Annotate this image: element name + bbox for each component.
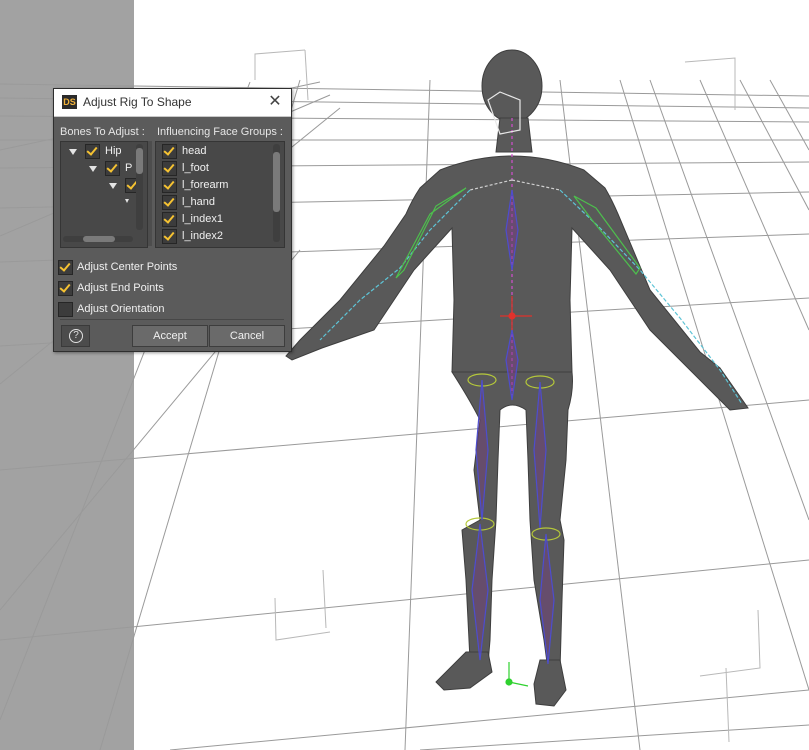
face-group-label: l_index1 bbox=[182, 213, 223, 225]
dialog-title: Adjust Rig To Shape bbox=[83, 95, 192, 109]
accept-button[interactable]: Accept bbox=[132, 325, 208, 347]
close-button[interactable]: ✕ bbox=[265, 92, 285, 112]
bones-vertical-scrollbar[interactable] bbox=[136, 144, 143, 230]
dialog-titlebar[interactable]: DS Adjust Rig To Shape ✕ bbox=[54, 89, 291, 117]
adjust-end-points-checkbox[interactable] bbox=[58, 281, 73, 296]
cancel-button[interactable]: Cancel bbox=[209, 325, 285, 347]
face-group-label: l_foot bbox=[182, 162, 209, 174]
bone-label-hip: Hip bbox=[105, 145, 122, 157]
close-icon: ✕ bbox=[268, 93, 282, 110]
help-icon: ? bbox=[69, 329, 83, 343]
adjust-center-points-label: Adjust Center Points bbox=[77, 261, 178, 273]
adjust-orientation-label: Adjust Orientation bbox=[77, 303, 165, 315]
expand-arrow-icon[interactable] bbox=[69, 149, 77, 155]
bones-tree[interactable]: Hip P bbox=[60, 141, 148, 248]
adjust-orientation-checkbox[interactable] bbox=[58, 302, 73, 317]
face-group-checkbox[interactable] bbox=[162, 178, 177, 193]
adjust-orientation-option[interactable]: Adjust Orientation bbox=[58, 302, 278, 318]
splitter-handle[interactable] bbox=[148, 141, 152, 246]
face-groups-list[interactable]: head l_foot l_forearm l_hand l_index1 l_… bbox=[155, 141, 285, 248]
bones-horizontal-scrollbar[interactable] bbox=[63, 236, 133, 242]
origin-gizmo bbox=[505, 662, 529, 687]
divider bbox=[60, 319, 284, 320]
adjust-end-points-option[interactable]: Adjust End Points bbox=[58, 281, 278, 297]
daz-studio-icon: DS bbox=[62, 95, 77, 109]
bone-checkbox-hip[interactable] bbox=[85, 144, 100, 159]
face-groups-header: Influencing Face Groups : bbox=[157, 126, 283, 138]
face-group-label: head bbox=[182, 145, 207, 157]
human-figure bbox=[285, 49, 749, 707]
bones-header: Bones To Adjust : bbox=[60, 126, 145, 138]
bone-checkbox-pelvis[interactable] bbox=[105, 161, 120, 176]
face-group-checkbox[interactable] bbox=[162, 212, 177, 227]
face-groups-scrollbar[interactable] bbox=[273, 144, 280, 242]
face-group-label: l_index2 bbox=[182, 230, 223, 242]
face-group-label: l_forearm bbox=[182, 179, 229, 191]
face-group-label: l_hand bbox=[182, 196, 216, 208]
expand-arrow-icon[interactable] bbox=[89, 166, 97, 172]
expand-arrow-icon[interactable] bbox=[109, 183, 117, 189]
help-button[interactable]: ? bbox=[61, 325, 90, 347]
expand-arrow-icon[interactable] bbox=[125, 199, 129, 203]
face-group-checkbox[interactable] bbox=[162, 161, 177, 176]
adjust-center-points-option[interactable]: Adjust Center Points bbox=[58, 260, 278, 276]
adjust-rig-dialog: DS Adjust Rig To Shape ✕ Bones To Adjust… bbox=[53, 88, 292, 352]
face-group-checkbox[interactable] bbox=[162, 144, 177, 159]
face-group-checkbox[interactable] bbox=[162, 195, 177, 210]
adjust-end-points-label: Adjust End Points bbox=[77, 282, 164, 294]
face-group-checkbox[interactable] bbox=[162, 229, 177, 244]
adjust-center-points-checkbox[interactable] bbox=[58, 260, 73, 275]
